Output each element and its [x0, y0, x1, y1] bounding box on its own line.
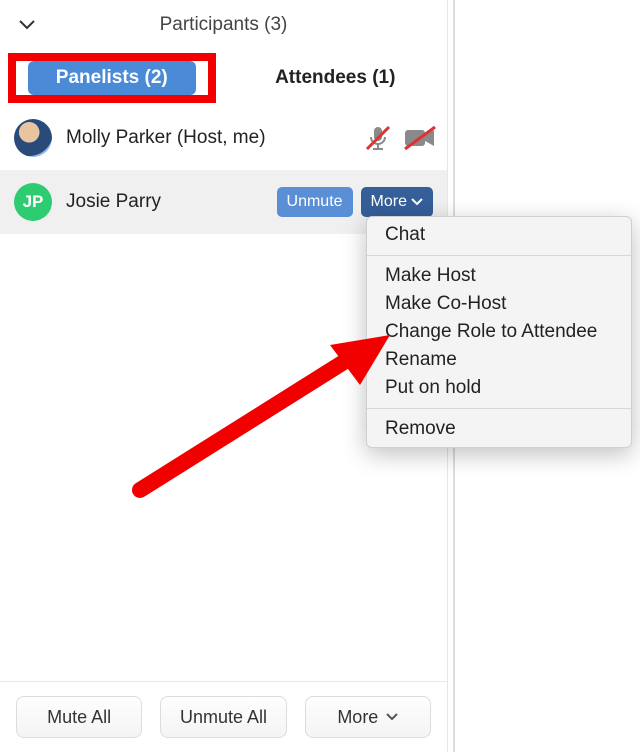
panel-header: Participants (3) [0, 0, 447, 50]
chevron-down-icon [19, 20, 35, 30]
context-menu: Chat Make Host Make Co-Host Change Role … [366, 216, 632, 448]
mute-all-button[interactable]: Mute All [16, 696, 142, 738]
unmute-all-label: Unmute All [180, 707, 267, 728]
footer-more-button[interactable]: More [305, 696, 431, 738]
participant-row-host[interactable]: Molly Parker (Host, me) [0, 106, 447, 170]
unmute-label: Unmute [287, 193, 343, 211]
tab-panelists[interactable]: Panelists (2) [0, 50, 224, 106]
collapse-button[interactable] [10, 8, 44, 42]
tab-panelists-label: Panelists (2) [28, 61, 196, 95]
menu-item-put-on-hold[interactable]: Put on hold [367, 374, 631, 402]
tab-attendees[interactable]: Attendees (1) [224, 50, 448, 106]
status-icons [363, 125, 433, 151]
menu-item-remove[interactable]: Remove [367, 415, 631, 443]
chevron-down-icon [411, 193, 423, 211]
mic-muted-icon [363, 125, 393, 151]
footer-toolbar: Mute All Unmute All More [0, 681, 447, 752]
menu-separator [367, 408, 631, 409]
menu-item-chat[interactable]: Chat [367, 221, 631, 249]
chevron-down-icon [386, 713, 398, 721]
avatar: JP [14, 183, 52, 221]
participant-name: Josie Parry [66, 191, 277, 213]
footer-more-label: More [337, 707, 378, 728]
video-off-icon [403, 125, 433, 151]
avatar [14, 119, 52, 157]
tab-attendees-label: Attendees (1) [275, 67, 395, 89]
more-label: More [371, 193, 407, 211]
tabs: Panelists (2) Attendees (1) [0, 50, 447, 106]
more-button[interactable]: More [361, 187, 433, 217]
unmute-button[interactable]: Unmute [277, 187, 353, 217]
avatar-initials: JP [23, 192, 44, 212]
unmute-all-button[interactable]: Unmute All [160, 696, 286, 738]
menu-item-make-host[interactable]: Make Host [367, 262, 631, 290]
menu-item-change-role[interactable]: Change Role to Attendee [367, 318, 631, 346]
mute-all-label: Mute All [47, 707, 111, 728]
menu-separator [367, 255, 631, 256]
menu-item-make-cohost[interactable]: Make Co-Host [367, 290, 631, 318]
panel-title: Participants (3) [44, 14, 403, 36]
participant-name: Molly Parker (Host, me) [66, 127, 363, 149]
menu-item-rename[interactable]: Rename [367, 346, 631, 374]
